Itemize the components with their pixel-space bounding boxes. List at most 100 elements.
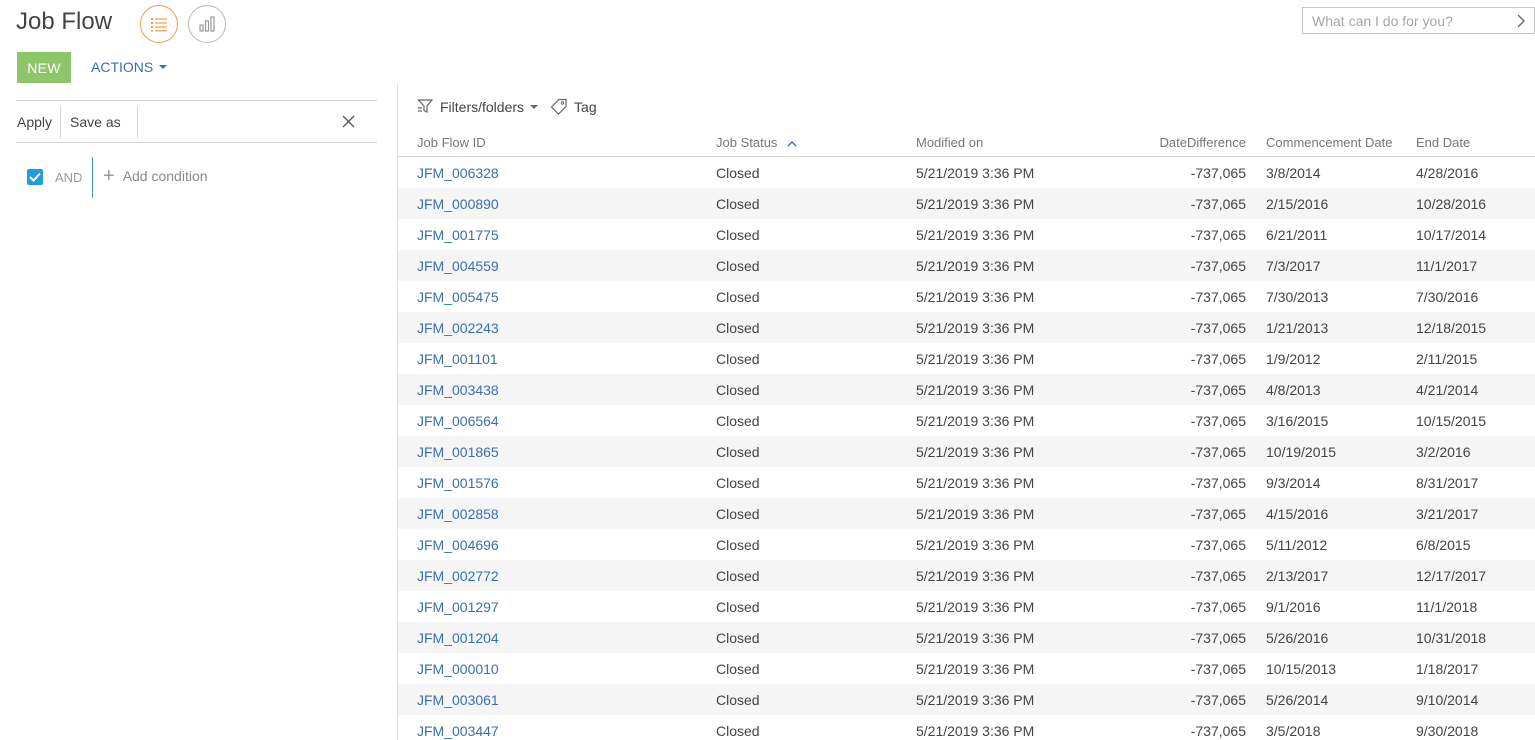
commencement-date-cell: 9/3/2014: [1266, 475, 1321, 491]
job-flow-id-link[interactable]: JFM_001576: [417, 475, 499, 491]
command-search-box[interactable]: [1302, 7, 1535, 34]
table-row[interactable]: JFM_002858 Closed 5/21/2019 3:36 PM -737,06…: [398, 498, 1535, 529]
table-row[interactable]: JFM_001204 Closed 5/21/2019 3:36 PM -737,06…: [398, 622, 1535, 653]
date-difference-cell: -737,065: [1190, 723, 1246, 739]
end-date-cell: 11/1/2017: [1416, 258, 1478, 274]
column-header-job-status[interactable]: Job Status: [716, 135, 797, 150]
job-status-cell: Closed: [716, 258, 760, 274]
sort-ascending-icon: [787, 141, 797, 147]
actions-label: ACTIONS: [91, 59, 154, 75]
job-flow-id-link[interactable]: JFM_000010: [417, 661, 499, 677]
job-flow-id-link[interactable]: JFM_003438: [417, 382, 499, 398]
job-flow-id-link[interactable]: JFM_003447: [417, 723, 499, 739]
condition-group-line: [92, 157, 93, 198]
modified-on-cell: 5/21/2019 3:36 PM: [916, 351, 1035, 367]
column-header-commencement-date[interactable]: Commencement Date: [1266, 135, 1392, 150]
commencement-date-cell: 3/16/2015: [1266, 413, 1329, 429]
job-flow-id-link[interactable]: JFM_004559: [417, 258, 499, 274]
job-status-cell: Closed: [716, 444, 760, 460]
end-date-cell: 8/31/2017: [1416, 475, 1479, 491]
job-status-cell: Closed: [716, 506, 760, 522]
list-view-button[interactable]: [140, 5, 178, 43]
column-header-date-difference[interactable]: DateDifference: [1160, 135, 1246, 150]
end-date-cell: 10/28/2016: [1416, 196, 1487, 212]
job-flow-id-link[interactable]: JFM_003061: [417, 692, 499, 708]
column-header-job-flow-id[interactable]: Job Flow ID: [417, 135, 486, 150]
column-header-modified-on[interactable]: Modified on: [916, 135, 983, 150]
table-row[interactable]: JFM_006564 Closed 5/21/2019 3:36 PM -737,06…: [398, 405, 1535, 436]
modified-on-cell: 5/21/2019 3:36 PM: [916, 165, 1035, 181]
date-difference-cell: -737,065: [1190, 630, 1246, 646]
commencement-date-cell: 10/19/2015: [1266, 444, 1337, 460]
table-row[interactable]: JFM_005475 Closed 5/21/2019 3:36 PM -737,06…: [398, 281, 1535, 312]
job-flow-id-link[interactable]: JFM_001204: [417, 630, 499, 646]
job-flow-id-link[interactable]: JFM_006564: [417, 413, 499, 429]
column-header-end-date[interactable]: End Date: [1416, 135, 1470, 150]
job-flow-id-link[interactable]: JFM_001297: [417, 599, 499, 615]
job-status-cell: Closed: [716, 475, 760, 491]
table-row[interactable]: JFM_001865 Closed 5/21/2019 3:36 PM -737,06…: [398, 436, 1535, 467]
job-status-cell: Closed: [716, 661, 760, 677]
tag-button[interactable]: Tag: [550, 98, 597, 115]
job-flow-id-link[interactable]: JFM_005475: [417, 289, 499, 305]
table-row[interactable]: JFM_002772 Closed 5/21/2019 3:36 PM -737,06…: [398, 560, 1535, 591]
table-row[interactable]: JFM_004559 Closed 5/21/2019 3:36 PM -737,06…: [398, 250, 1535, 281]
column-header-label: Job Status: [716, 135, 778, 150]
end-date-cell: 9/30/2018: [1416, 723, 1479, 739]
table-row[interactable]: JFM_001297 Closed 5/21/2019 3:36 PM -737,06…: [398, 591, 1535, 622]
table-row[interactable]: JFM_003447 Closed 5/21/2019 3:36 PM -737,06…: [398, 715, 1535, 740]
table-row[interactable]: JFM_002243 Closed 5/21/2019 3:36 PM -737,06…: [398, 312, 1535, 343]
plus-icon: +: [103, 165, 115, 187]
add-condition-button[interactable]: + Add condition: [103, 165, 208, 187]
modified-on-cell: 5/21/2019 3:36 PM: [916, 413, 1035, 429]
table-row[interactable]: JFM_001576 Closed 5/21/2019 3:36 PM -737,06…: [398, 467, 1535, 498]
job-flow-id-link[interactable]: JFM_004696: [417, 537, 499, 553]
job-flow-id-link[interactable]: JFM_002772: [417, 568, 499, 584]
filters-folders-label: Filters/folders: [440, 98, 525, 115]
modified-on-cell: 5/21/2019 3:36 PM: [916, 382, 1035, 398]
command-search-input[interactable]: [1312, 12, 1502, 29]
date-difference-cell: -737,065: [1190, 289, 1246, 305]
and-operator-label[interactable]: AND: [55, 170, 82, 185]
table-row[interactable]: JFM_000010 Closed 5/21/2019 3:36 PM -737,06…: [398, 653, 1535, 684]
table-row[interactable]: JFM_004696 Closed 5/21/2019 3:36 PM -737,06…: [398, 529, 1535, 560]
analytics-view-button[interactable]: [188, 5, 226, 43]
commencement-date-cell: 2/15/2016: [1266, 196, 1329, 212]
new-button[interactable]: NEW: [17, 52, 71, 83]
date-difference-cell: -737,065: [1190, 320, 1246, 336]
modified-on-cell: 5/21/2019 3:36 PM: [916, 723, 1035, 739]
modified-on-cell: 5/21/2019 3:36 PM: [916, 320, 1035, 336]
job-flow-id-link[interactable]: JFM_002858: [417, 506, 499, 522]
commencement-date-cell: 6/21/2011: [1266, 227, 1328, 243]
modified-on-cell: 5/21/2019 3:36 PM: [916, 196, 1035, 212]
table-row[interactable]: JFM_000890 Closed 5/21/2019 3:36 PM -737,06…: [398, 188, 1535, 219]
commencement-date-cell: 10/15/2013: [1266, 661, 1337, 677]
job-status-cell: Closed: [716, 382, 760, 398]
table-row[interactable]: JFM_001101 Closed 5/21/2019 3:36 PM -737,06…: [398, 343, 1535, 374]
job-status-cell: Closed: [716, 227, 760, 243]
table-row[interactable]: JFM_003061 Closed 5/21/2019 3:36 PM -737,06…: [398, 684, 1535, 715]
commencement-date-cell: 9/1/2016: [1266, 599, 1321, 615]
commencement-date-cell: 1/9/2012: [1266, 351, 1321, 367]
job-flow-id-link[interactable]: JFM_001101: [417, 351, 498, 367]
job-flow-id-link[interactable]: JFM_001775: [417, 227, 499, 243]
table-row[interactable]: JFM_006328 Closed 5/21/2019 3:36 PM -737,06…: [398, 157, 1535, 188]
date-difference-cell: -737,065: [1190, 258, 1246, 274]
job-flow-id-link[interactable]: JFM_000890: [417, 196, 499, 212]
condition-checkbox[interactable]: [27, 169, 43, 185]
job-flow-id-link[interactable]: JFM_001865: [417, 444, 499, 460]
table-row[interactable]: JFM_001775 Closed 5/21/2019 3:36 PM -737,06…: [398, 219, 1535, 250]
chevron-right-icon[interactable]: [1516, 13, 1526, 29]
filters-folders-button[interactable]: Filters/folders: [417, 98, 539, 115]
job-status-cell: Closed: [716, 351, 760, 367]
job-flow-id-link[interactable]: JFM_002243: [417, 320, 499, 336]
job-status-cell: Closed: [716, 723, 760, 739]
date-difference-cell: -737,065: [1190, 599, 1246, 615]
grid-body: JFM_006328 Closed 5/21/2019 3:36 PM -737,06…: [398, 157, 1535, 740]
job-status-cell: Closed: [716, 165, 760, 181]
actions-menu-button[interactable]: ACTIONS: [91, 59, 168, 75]
condition-group: AND + Add condition: [16, 100, 377, 198]
job-flow-id-link[interactable]: JFM_006328: [417, 165, 499, 181]
table-row[interactable]: JFM_003438 Closed 5/21/2019 3:36 PM -737,06…: [398, 374, 1535, 405]
modified-on-cell: 5/21/2019 3:36 PM: [916, 692, 1035, 708]
